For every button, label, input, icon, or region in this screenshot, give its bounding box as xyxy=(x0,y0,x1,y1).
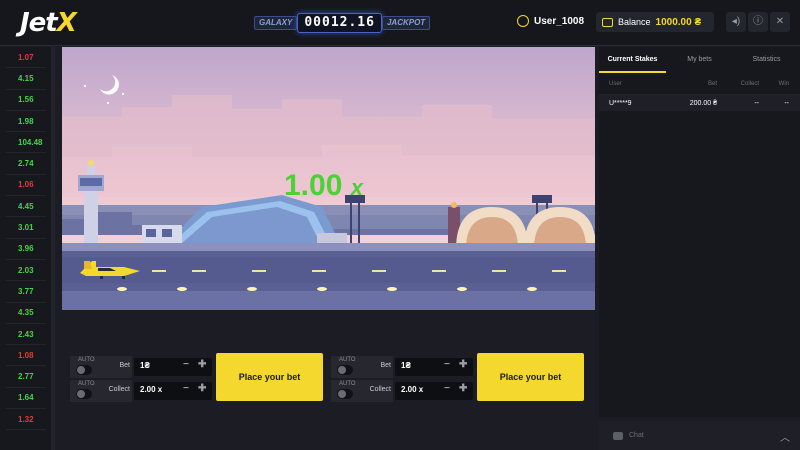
jackpot-display: GALAXY 00012.16 JACKPOT xyxy=(254,12,431,34)
column-collect: Collect xyxy=(740,80,759,87)
auto-collect-toggle[interactable] xyxy=(337,389,353,399)
column-bet: Bet xyxy=(707,80,717,87)
auto-bet-toggle[interactable] xyxy=(337,365,353,375)
history-item: 1.98 xyxy=(6,111,46,133)
decrease-collect-button[interactable]: − xyxy=(444,383,450,394)
collect-row: AUTO Collect 2.00 x − ✚ xyxy=(70,380,212,402)
jackpot-right-label: JACKPOT xyxy=(381,16,431,30)
info-icon[interactable]: ⓘ xyxy=(748,12,768,32)
bet-panel-1: AUTO Bet 1₴ − ✚ AUTO Collect 2.00 x − ✚ … xyxy=(62,353,323,405)
sound-icon[interactable]: ◂) xyxy=(726,12,746,32)
bet-label: Bet xyxy=(119,362,130,369)
stakes-table-header: User Bet Collect Win xyxy=(599,73,800,95)
history-item: 1.06 xyxy=(6,175,46,197)
history-item: 2.74 xyxy=(6,153,46,175)
bet-panel-2: AUTO Bet 1₴ − ✚ AUTO Collect 2.00 x − ✚ … xyxy=(323,353,584,405)
bet-label: Bet xyxy=(380,362,391,369)
jackpot-left-label: GALAXY xyxy=(254,16,298,30)
current-multiplier: 1.00 x xyxy=(284,169,363,202)
chat-label: Chat xyxy=(629,432,644,439)
close-icon[interactable]: ✕ xyxy=(770,12,790,32)
decrease-collect-button[interactable]: − xyxy=(183,383,189,394)
history-item: 104.48 xyxy=(6,132,46,154)
collect-multiplier-field[interactable]: 2.00 x − ✚ xyxy=(134,382,212,400)
auto-bet-toggle[interactable] xyxy=(76,365,92,375)
jackpot-value: 00012.16 xyxy=(297,13,382,33)
tab-current-stakes[interactable]: Current Stakes xyxy=(599,47,666,73)
auto-collect-toggle[interactable] xyxy=(76,389,92,399)
column-user: User xyxy=(609,80,622,87)
history-item: 4.35 xyxy=(6,303,46,324)
row-user: U*****9 xyxy=(609,99,632,107)
game-scene: 1.00 x xyxy=(62,47,595,310)
multiplier-history: 1.07 4.15 1.56 1.98 104.48 2.74 1.06 4.45 3.01 3.… xyxy=(0,47,55,450)
decrease-bet-button[interactable]: − xyxy=(183,359,189,370)
auto-collect-box: AUTO Collect xyxy=(70,380,132,402)
history-item: 1.07 xyxy=(6,47,46,69)
auto-collect-box: AUTO Collect xyxy=(331,380,393,402)
history-item: 3.96 xyxy=(6,239,46,260)
decrease-bet-button[interactable]: − xyxy=(444,359,450,370)
balance-amount: 1000.00 ₴ xyxy=(655,16,702,28)
chevron-up-icon[interactable]: ︿ xyxy=(780,429,790,444)
wallet-icon xyxy=(602,17,613,27)
auto-bet-box: AUTO Bet xyxy=(70,356,132,378)
balance-label: Balance xyxy=(618,17,651,27)
table-row: U*****9 200.00 ₴ -- -- xyxy=(599,95,800,111)
row-win: -- xyxy=(784,99,789,107)
history-item: 3.77 xyxy=(6,281,46,303)
jetx-logo: JetX xyxy=(20,8,77,38)
history-item: 1.64 xyxy=(6,388,46,410)
history-item: 3.01 xyxy=(6,217,46,239)
chat-bar[interactable]: Chat ︿ xyxy=(599,421,800,450)
user-icon xyxy=(517,15,529,27)
stakes-panel: Current Stakes My bets Statistics User B… xyxy=(599,47,800,417)
history-item: 2.03 xyxy=(6,260,46,282)
column-win: Win xyxy=(778,80,789,87)
increase-bet-button[interactable]: ✚ xyxy=(459,359,467,370)
place-bet-button[interactable]: Place your bet xyxy=(216,353,323,401)
place-bet-button[interactable]: Place your bet xyxy=(477,353,584,401)
history-item: 4.45 xyxy=(6,196,46,218)
bet-row: AUTO Bet 1₴ − ✚ xyxy=(70,356,212,378)
tab-my-bets[interactable]: My bets xyxy=(666,47,733,73)
increase-collect-button[interactable]: ✚ xyxy=(459,383,467,394)
stakes-tabs: Current Stakes My bets Statistics xyxy=(599,47,800,73)
bet-amount-field[interactable]: 1₴ − ✚ xyxy=(395,358,473,376)
username: User_1008 xyxy=(534,15,585,27)
auto-bet-box: AUTO Bet xyxy=(331,356,393,378)
history-scrollbar[interactable] xyxy=(51,47,55,450)
row-bet: 200.00 ₴ xyxy=(689,99,717,107)
chat-icon xyxy=(613,431,623,440)
history-item: 1.32 xyxy=(6,409,46,431)
history-item: 1.08 xyxy=(6,345,46,367)
increase-collect-button[interactable]: ✚ xyxy=(198,383,206,394)
collect-label: Collect xyxy=(108,386,130,393)
history-item: 2.77 xyxy=(6,366,46,388)
history-item: 4.15 xyxy=(6,68,46,90)
collect-row: AUTO Collect 2.00 x − ✚ xyxy=(331,380,473,402)
history-item: 2.43 xyxy=(6,324,46,346)
bet-amount-field[interactable]: 1₴ − ✚ xyxy=(134,358,212,376)
tab-statistics[interactable]: Statistics xyxy=(733,47,800,73)
top-bar: JetX GALAXY 00012.16 JACKPOT User_1008 B… xyxy=(0,0,800,46)
balance-box: Balance 1000.00 ₴ xyxy=(596,12,714,32)
history-item: 1.56 xyxy=(6,90,46,111)
collect-multiplier-field[interactable]: 2.00 x − ✚ xyxy=(395,382,473,400)
collect-label: Collect xyxy=(369,386,391,393)
bet-row: AUTO Bet 1₴ − ✚ xyxy=(331,356,473,378)
increase-bet-button[interactable]: ✚ xyxy=(198,359,206,370)
user-info[interactable]: User_1008 xyxy=(517,15,584,27)
row-collect: -- xyxy=(754,99,759,107)
